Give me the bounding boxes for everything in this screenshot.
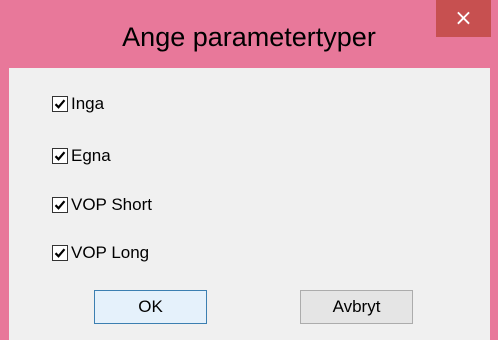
checkmark-icon: [54, 99, 66, 109]
checkbox-egna[interactable]: Egna: [52, 145, 111, 167]
window-title: Ange parametertyper: [122, 22, 376, 52]
close-icon: ×: [454, 6, 473, 31]
checkbox-label: Egna: [71, 146, 111, 165]
checkbox-label: Inga: [71, 94, 105, 113]
checkbox-vop-short[interactable]: VOP Short: [52, 194, 152, 216]
checkbox-box[interactable]: [52, 96, 68, 112]
checkbox-inga[interactable]: Inga: [52, 93, 104, 115]
checkbox-label: VOP Long: [71, 243, 150, 262]
checkmark-icon: [54, 248, 66, 258]
checkmark-icon: [54, 200, 66, 210]
cancel-button[interactable]: Avbryt: [300, 290, 413, 324]
checkbox-label: VOP Short: [71, 195, 152, 214]
checkmark-icon: [54, 151, 66, 161]
ok-button[interactable]: OK: [94, 290, 207, 324]
close-button[interactable]: ×: [436, 0, 491, 37]
dialog-content: Inga Egna VOP Short VOP Long OK Avbryt: [9, 68, 490, 340]
checkbox-box[interactable]: [52, 148, 68, 164]
checkbox-box[interactable]: [52, 245, 68, 261]
dialog-window: Ange parametertyper × Inga Egna VOP Shor…: [0, 0, 498, 340]
checkbox-vop-long[interactable]: VOP Long: [52, 242, 149, 264]
checkbox-box[interactable]: [52, 197, 68, 213]
title-bar[interactable]: Ange parametertyper ×: [0, 0, 498, 68]
